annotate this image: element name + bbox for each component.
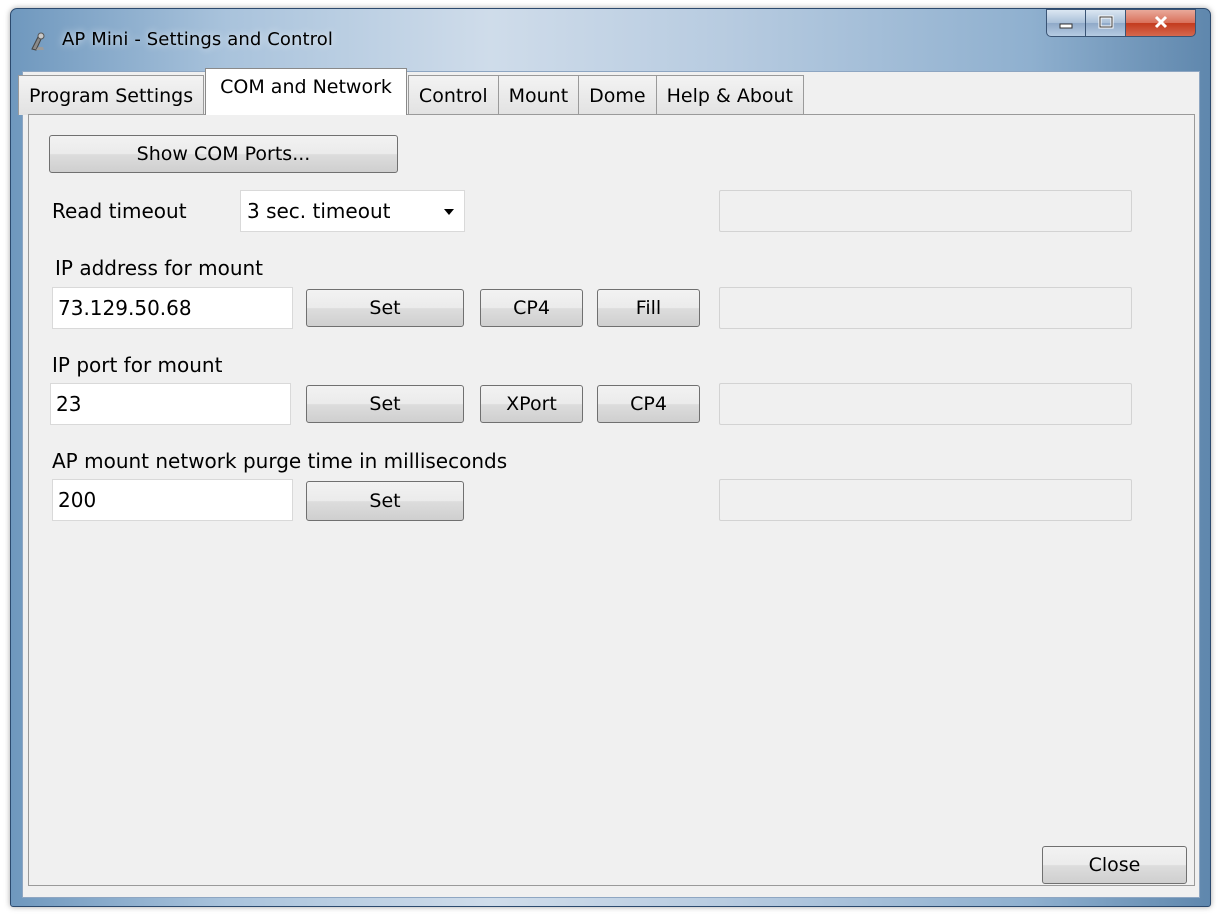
ip-port-label: IP port for mount (52, 353, 223, 377)
minimize-icon (1058, 14, 1074, 33)
tab-mount[interactable]: Mount (497, 75, 580, 115)
ip-port-input[interactable]: 23 (50, 383, 291, 425)
tab-program-settings[interactable]: Program Settings (18, 75, 205, 115)
maximize-button[interactable] (1086, 9, 1126, 37)
ip-port-set-button[interactable]: Set (306, 385, 464, 423)
ip-address-status (719, 287, 1132, 329)
show-com-ports-button[interactable]: Show COM Ports... (49, 135, 398, 173)
maximize-icon (1098, 14, 1114, 33)
caption-buttons (1046, 9, 1196, 39)
ip-port-xport-button[interactable]: XPort (480, 385, 583, 423)
read-timeout-label: Read timeout (52, 199, 187, 223)
read-timeout-value: 3 sec. timeout (247, 199, 391, 223)
close-button[interactable]: Close (1042, 846, 1187, 884)
minimize-button[interactable] (1046, 9, 1086, 37)
purge-time-set-button[interactable]: Set (306, 481, 464, 521)
close-window-button[interactable] (1126, 9, 1196, 37)
purge-time-status (719, 479, 1132, 521)
ip-port-status (719, 383, 1132, 425)
tab-com-and-network[interactable]: COM and Network (205, 68, 407, 115)
window-title: AP Mini - Settings and Control (62, 29, 333, 50)
telescope-app-icon (28, 31, 50, 53)
tab-help-about[interactable]: Help & About (655, 75, 805, 115)
title-bar[interactable]: AP Mini - Settings and Control (11, 9, 1210, 71)
read-timeout-select[interactable]: 3 sec. timeout (240, 190, 465, 232)
tab-strip: Program Settings COM and Network Control… (18, 68, 805, 115)
ip-address-fill-button[interactable]: Fill (597, 289, 700, 327)
tab-control[interactable]: Control (407, 75, 499, 115)
ip-address-set-button[interactable]: Set (306, 289, 464, 327)
ip-address-label: IP address for mount (55, 256, 264, 280)
purge-time-input[interactable]: 200 (52, 479, 293, 521)
ip-address-input[interactable]: 73.129.50.68 (52, 287, 293, 329)
tab-dome[interactable]: Dome (578, 75, 657, 115)
purge-time-label: AP mount network purge time in milliseco… (52, 449, 508, 473)
chevron-down-icon (444, 209, 454, 215)
ip-address-cp4-button[interactable]: CP4 (480, 289, 583, 327)
close-icon (1153, 14, 1169, 33)
ip-port-cp4-button[interactable]: CP4 (597, 385, 700, 423)
read-timeout-status (719, 190, 1132, 232)
